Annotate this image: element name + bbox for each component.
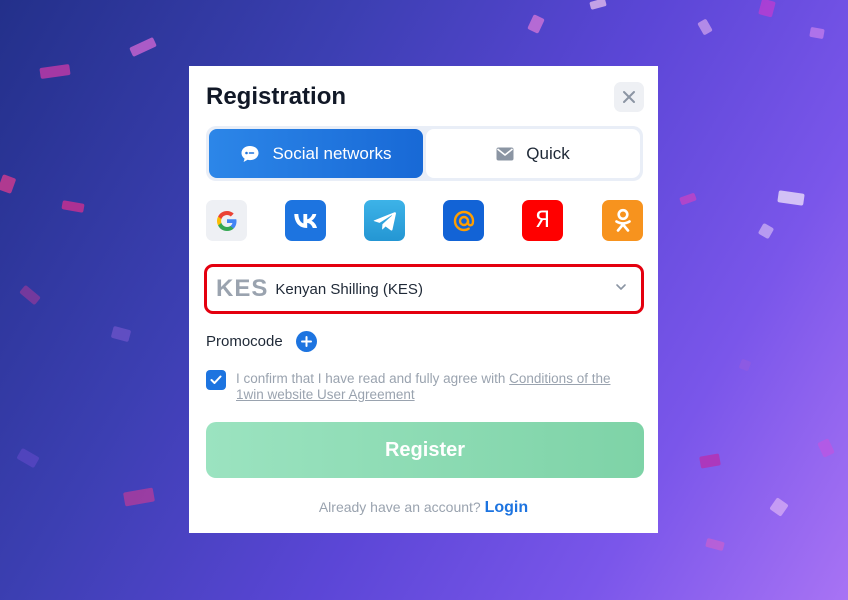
chevron-down-icon [616,284,626,290]
social-login-row: Я [206,200,645,242]
telegram-icon [373,211,396,231]
close-button[interactable] [614,82,644,112]
add-promocode-button[interactable] [296,331,317,352]
vk-icon [293,213,317,228]
tab-quick[interactable]: Quick [426,129,640,178]
tab-social-networks[interactable]: Social networks [209,129,423,178]
odnoklassniki-login-button[interactable] [602,200,643,241]
checkmark-icon [210,375,222,384]
mail-ru-login-button[interactable] [443,200,484,241]
close-icon [623,91,635,103]
vk-login-button[interactable] [285,200,326,241]
chat-bubble-icon [241,145,259,162]
login-link[interactable]: Login [485,499,529,516]
register-button[interactable]: Register [206,422,644,478]
currency-name: Kenyan Shilling (KES) [275,280,423,298]
yandex-login-button[interactable]: Я [522,200,563,241]
login-prompt-text: Already have an account? [318,499,481,515]
odnoklassniki-icon [614,208,631,232]
agreement-checkbox[interactable] [206,370,226,390]
registration-modal: Registration Social networks Quick Я KES… [189,66,658,533]
tab-social-networks-label: Social networks [272,143,392,163]
google-icon [216,210,236,231]
currency-select[interactable]: KES Kenyan Shilling (KES) [204,264,644,314]
at-sign-icon [453,210,474,231]
plus-icon [301,336,312,347]
telegram-login-button[interactable] [364,200,405,241]
yandex-icon: Я [534,208,551,233]
envelope-icon [496,147,514,160]
promocode-label: Promocode [206,333,283,350]
tab-quick-label: Quick [526,143,570,163]
google-login-button[interactable] [206,200,247,241]
agreement-text: I confirm that I have read and fully agr… [236,371,636,403]
registration-tabs: Social networks Quick [206,126,643,181]
currency-code: KES [216,275,269,302]
agreement-prefix: I confirm that I have read and fully agr… [236,371,510,386]
modal-title: Registration [206,83,347,110]
login-prompt: Already have an account? Login [189,499,658,517]
